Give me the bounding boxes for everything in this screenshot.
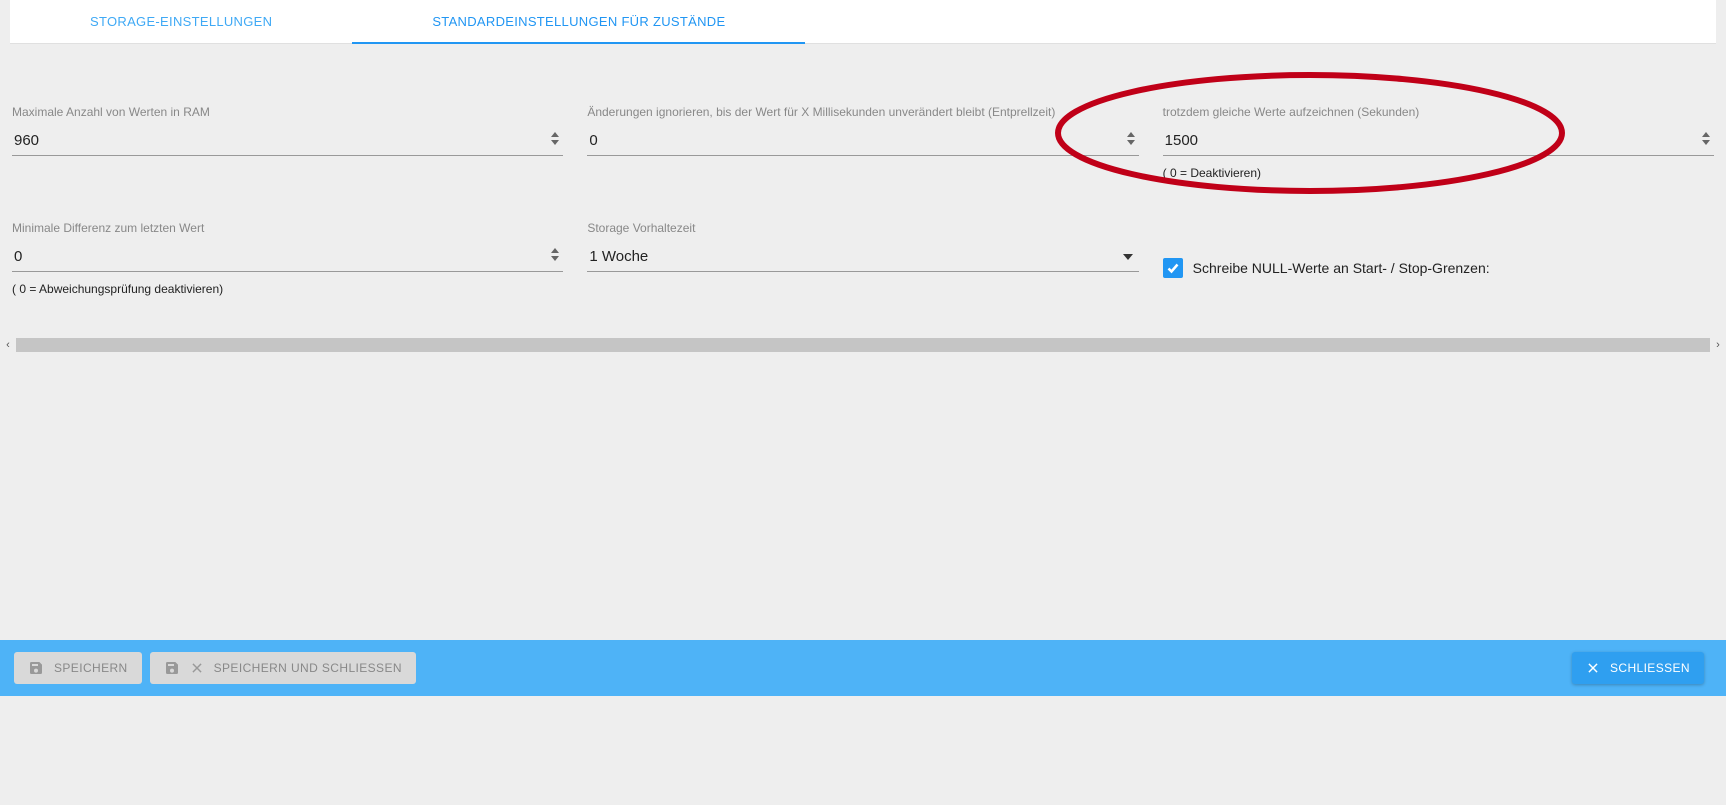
tabs-bar: STORAGE-EINSTELLUNGEN STANDARDEINSTELLUN… xyxy=(10,0,1716,44)
input-debounce[interactable] xyxy=(587,126,1138,156)
horizontal-scrollbar[interactable]: ‹ › xyxy=(0,338,1726,352)
save-close-button-label: SPEICHERN UND SCHLIESSEN xyxy=(214,661,402,675)
field-record-same-values: trotzdem gleiche Werte aufzeichnen (Seku… xyxy=(1163,104,1714,180)
close-icon xyxy=(1586,661,1600,675)
scroll-track[interactable] xyxy=(16,338,1710,352)
close-button-label: SCHLIESSEN xyxy=(1610,661,1690,675)
field-retention: Storage Vorhaltezeit xyxy=(587,220,1138,296)
chevron-down-icon[interactable] xyxy=(1123,254,1133,260)
scroll-left-icon[interactable]: ‹ xyxy=(0,339,16,351)
tab-default-state-settings[interactable]: STANDARDEINSTELLUNGEN FÜR ZUSTÄNDE xyxy=(352,0,805,43)
field-min-diff: Minimale Differenz zum letzten Wert ( 0 … xyxy=(12,220,563,296)
bottom-action-bar: SPEICHERN SPEICHERN UND SCHLIESSEN SCHLI… xyxy=(0,640,1726,696)
save-and-close-button[interactable]: SPEICHERN UND SCHLIESSEN xyxy=(150,652,416,684)
label-min-diff: Minimale Differenz zum letzten Wert xyxy=(12,220,563,236)
helper-min-diff: ( 0 = Abweichungsprüfung deaktivieren) xyxy=(12,282,563,296)
settings-grid: Maximale Anzahl von Werten in RAM Änderu… xyxy=(0,44,1726,316)
tab-storage-settings[interactable]: STORAGE-EINSTELLUNGEN xyxy=(10,0,352,43)
input-min-diff[interactable] xyxy=(12,242,563,272)
input-record-same[interactable] xyxy=(1163,126,1714,156)
scroll-right-icon[interactable]: › xyxy=(1710,339,1726,351)
select-retention[interactable] xyxy=(587,242,1138,272)
close-button[interactable]: SCHLIESSEN xyxy=(1572,652,1704,684)
close-icon xyxy=(190,661,204,675)
field-debounce: Änderungen ignorieren, bis der Wert für … xyxy=(587,104,1138,180)
checkbox-write-null[interactable] xyxy=(1163,258,1183,278)
field-max-ram-values: Maximale Anzahl von Werten in RAM xyxy=(12,104,563,180)
save-button-label: SPEICHERN xyxy=(54,661,128,675)
save-button[interactable]: SPEICHERN xyxy=(14,652,142,684)
label-write-null: Schreibe NULL-Werte an Start- / Stop-Gre… xyxy=(1193,260,1490,276)
label-retention: Storage Vorhaltezeit xyxy=(587,220,1138,236)
save-icon xyxy=(164,660,180,676)
helper-record-same: ( 0 = Deaktivieren) xyxy=(1163,166,1714,180)
label-record-same: trotzdem gleiche Werte aufzeichnen (Seku… xyxy=(1163,104,1714,120)
label-max-ram: Maximale Anzahl von Werten in RAM xyxy=(12,104,563,120)
field-write-null: Schreibe NULL-Werte an Start- / Stop-Gre… xyxy=(1163,220,1714,296)
save-icon xyxy=(28,660,44,676)
label-debounce: Änderungen ignorieren, bis der Wert für … xyxy=(587,104,1138,120)
input-max-ram[interactable] xyxy=(12,126,563,156)
